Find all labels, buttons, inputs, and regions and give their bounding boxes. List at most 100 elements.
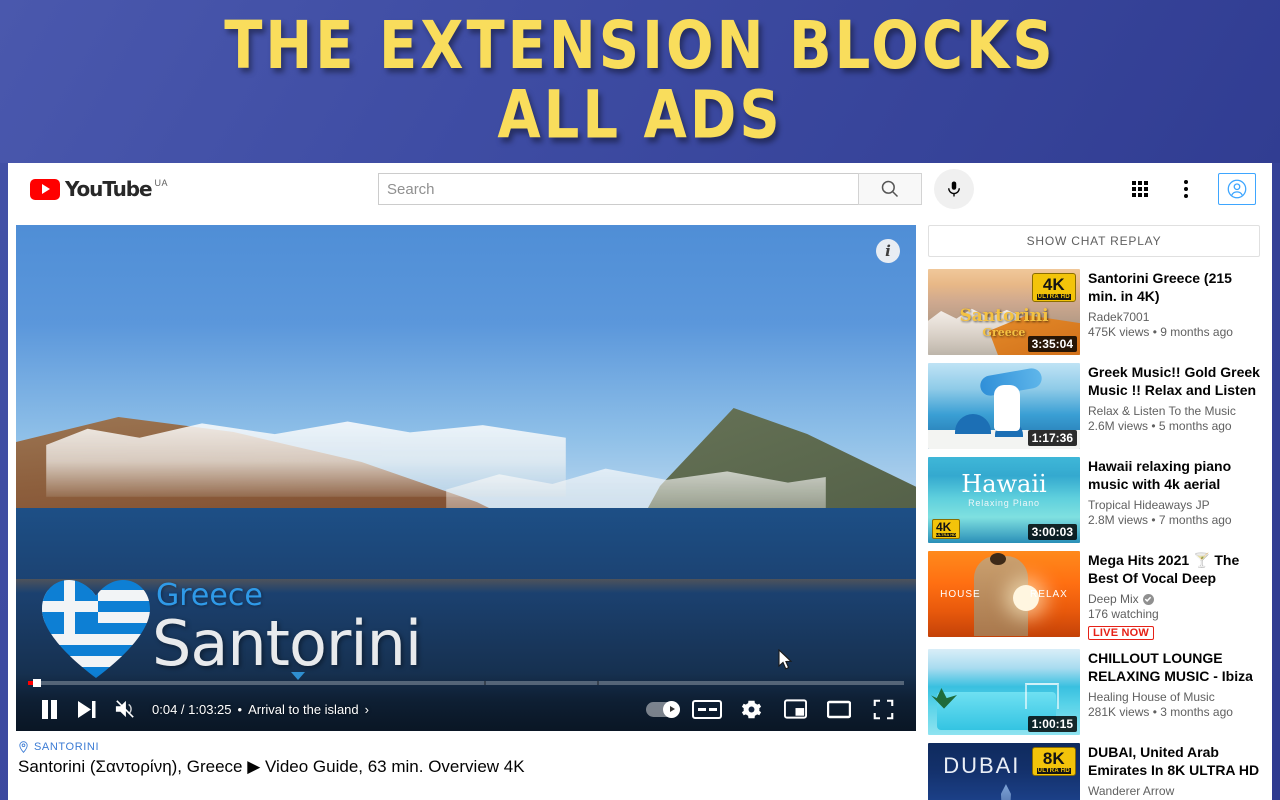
verified-badge-icon	[1142, 593, 1154, 605]
video-stats: 2.6M views • 5 months ago	[1088, 419, 1232, 433]
video-thumbnail[interactable]: 1:17:36	[928, 363, 1080, 449]
video-title: Santorini (Σαντορίνη), Greece ▶ Video Gu…	[18, 757, 525, 776]
mute-button[interactable]	[106, 690, 144, 728]
video-thumbnail[interactable]: Hawaii Relaxing Piano 4K ULTRA HD 3:00:03	[928, 457, 1080, 543]
miniplayer-icon	[783, 699, 807, 719]
video-duration: 1:00:15	[1027, 715, 1077, 732]
channel-name: Tropical Hideaways JP	[1088, 498, 1210, 512]
chapter-tick	[483, 681, 486, 685]
list-item[interactable]: Santorini Greece 4K ULTRA HD 3:35:04 Santo…	[928, 269, 1260, 355]
video-title-label: DUBAI, United Arab Emirates In 8K ULTRA …	[1088, 743, 1260, 780]
sign-in-button[interactable]	[1218, 173, 1256, 205]
autoplay-toggle[interactable]	[646, 700, 680, 718]
video-info-button[interactable]: i	[876, 239, 900, 263]
video-stats: 176 watching	[1088, 607, 1159, 621]
masthead-right-controls	[1120, 169, 1256, 209]
youtube-wordmark: YouTube	[65, 177, 153, 201]
channel-name: Radek7001	[1088, 309, 1150, 324]
youtube-masthead: YouTube UA Search	[8, 163, 1272, 215]
promo-banner: The extension blocks all ads	[0, 0, 1280, 163]
pause-button[interactable]	[30, 690, 68, 728]
three-dot-menu-icon	[1184, 180, 1188, 198]
more-options-button[interactable]	[1166, 169, 1206, 209]
list-item[interactable]: DUBAI 8K ULTRA HD DUBAI, United Arab Emir…	[928, 742, 1260, 800]
sidebar: SHOW CHAT REPLAY Santorini Greece 4K ULTRA…	[928, 225, 1260, 800]
autoplay-toggle-knob	[663, 700, 680, 718]
apps-grid-button[interactable]	[1120, 169, 1160, 209]
video-stats: 2.8M views • 7 months ago	[1088, 513, 1232, 527]
video-player[interactable]: i Greece Santorini 0:04 / 1:03:25 • Arri…	[16, 225, 916, 731]
fullscreen-button[interactable]	[864, 690, 902, 728]
search-input[interactable]: Search	[378, 173, 858, 205]
resolution-badge: 4K ULTRA HD	[932, 519, 960, 539]
time-separator: •	[237, 701, 243, 717]
chapter-marker[interactable]	[290, 672, 305, 680]
search-icon	[881, 180, 899, 198]
volume-muted-icon	[115, 700, 134, 718]
video-thumbnail[interactable]: DUBAI 8K ULTRA HD	[928, 742, 1080, 800]
video-title-label: Hawaii relaxing piano music with 4k aeri…	[1088, 458, 1232, 494]
autoplay-toggle-button[interactable]	[644, 690, 682, 728]
video-title-overlay: Greece Santorini	[42, 579, 422, 679]
video-thumbnail[interactable]: Santorini Greece 4K ULTRA HD 3:35:04	[928, 269, 1080, 355]
video-title-label: Santorini Greece (215 min. in 4K)	[1088, 270, 1232, 304]
resolution-badge: 4K ULTRA HD	[1031, 273, 1076, 302]
promo-banner-text: The extension blocks all ads	[224, 7, 1056, 155]
list-item[interactable]: 1:17:36 Greek Music!! Gold Greek Music !…	[928, 363, 1260, 449]
video-title-label: Greek Music!! Gold Greek Music !! Relax …	[1088, 364, 1260, 400]
time-current-duration: 0:04 / 1:03:25	[152, 701, 232, 717]
video-title-label: CHILLOUT LOUNGE RELAXING MUSIC - Ibiza R…	[1088, 649, 1253, 686]
video-duration: 3:35:04	[1027, 336, 1077, 352]
account-avatar-icon	[1227, 179, 1247, 199]
fullscreen-icon	[873, 699, 893, 719]
video-thumbnail[interactable]: HOUSE RELAX	[928, 551, 1080, 637]
list-item[interactable]: Hawaii Relaxing Piano 4K ULTRA HD 3:00:03…	[928, 457, 1260, 543]
video-title-label: Mega Hits 2021 🍸 The Best Of Vocal Deep …	[1088, 552, 1240, 588]
closed-captions-icon	[692, 699, 722, 719]
pause-icon	[41, 699, 57, 719]
resolution-badge: 8K ULTRA HD	[1031, 746, 1076, 776]
list-item[interactable]: HOUSE RELAX Mega Hits 2021 🍸 The Best Of…	[928, 551, 1260, 641]
chapter-tick	[597, 681, 600, 685]
apps-grid-icon	[1132, 181, 1148, 197]
search-area: Search	[378, 169, 974, 209]
chapter-title[interactable]: Arrival to the island	[248, 702, 359, 717]
youtube-play-icon	[30, 178, 60, 200]
video-location-chip[interactable]: SANTORINI	[18, 741, 914, 753]
time-display: 0:04 / 1:03:25 • Arrival to the island ›	[152, 702, 369, 717]
video-stats: 281K views • 3 months ago	[1088, 704, 1233, 719]
list-item[interactable]: 1:00:15 CHILLOUT LOUNGE RELAXING MUSIC -…	[928, 648, 1260, 735]
miniplayer-button[interactable]	[776, 690, 814, 728]
voice-search-button[interactable]	[934, 169, 974, 209]
video-duration: 3:00:03	[1027, 524, 1077, 540]
channel-name: Wanderer Arrow	[1088, 783, 1175, 798]
player-column: i Greece Santorini 0:04 / 1:03:25 • Arri…	[16, 225, 916, 800]
settings-button[interactable]	[732, 690, 770, 728]
progress-bar[interactable]	[28, 672, 904, 687]
chapter-chevron-icon[interactable]: ›	[365, 702, 369, 717]
subtitles-button[interactable]	[688, 690, 726, 728]
video-meta: SANTORINI Santorini (Σαντορίνη), Greece …	[16, 731, 916, 779]
youtube-country-code: UA	[154, 178, 169, 188]
video-location-label: SANTORINI	[34, 741, 100, 753]
next-video-button[interactable]	[68, 690, 106, 728]
theater-mode-icon	[827, 700, 851, 718]
channel-name: Healing House of Music	[1088, 689, 1215, 704]
controls-row: 0:04 / 1:03:25 • Arrival to the island ›	[16, 687, 916, 731]
player-right-controls	[644, 690, 902, 728]
page-body: i Greece Santorini 0:04 / 1:03:25 • Arri…	[8, 215, 1272, 800]
theater-mode-button[interactable]	[820, 690, 858, 728]
settings-gear-icon	[741, 700, 761, 718]
video-stats: 475K views • 9 months ago	[1088, 324, 1233, 339]
location-pin-icon	[19, 741, 28, 753]
youtube-logo[interactable]: YouTube UA	[30, 177, 168, 201]
next-video-icon	[78, 700, 96, 718]
search-button[interactable]	[858, 173, 922, 205]
live-badge: LIVE NOW	[1088, 625, 1154, 640]
show-chat-replay-button[interactable]: SHOW CHAT REPLAY	[928, 225, 1260, 257]
channel-name: Relax & Listen To the Music	[1088, 404, 1236, 418]
microphone-icon	[948, 181, 960, 197]
greek-flag-heart-icon	[42, 579, 150, 679]
video-thumbnail[interactable]: 1:00:15	[928, 648, 1080, 735]
progress-scrubber[interactable]	[33, 679, 42, 687]
